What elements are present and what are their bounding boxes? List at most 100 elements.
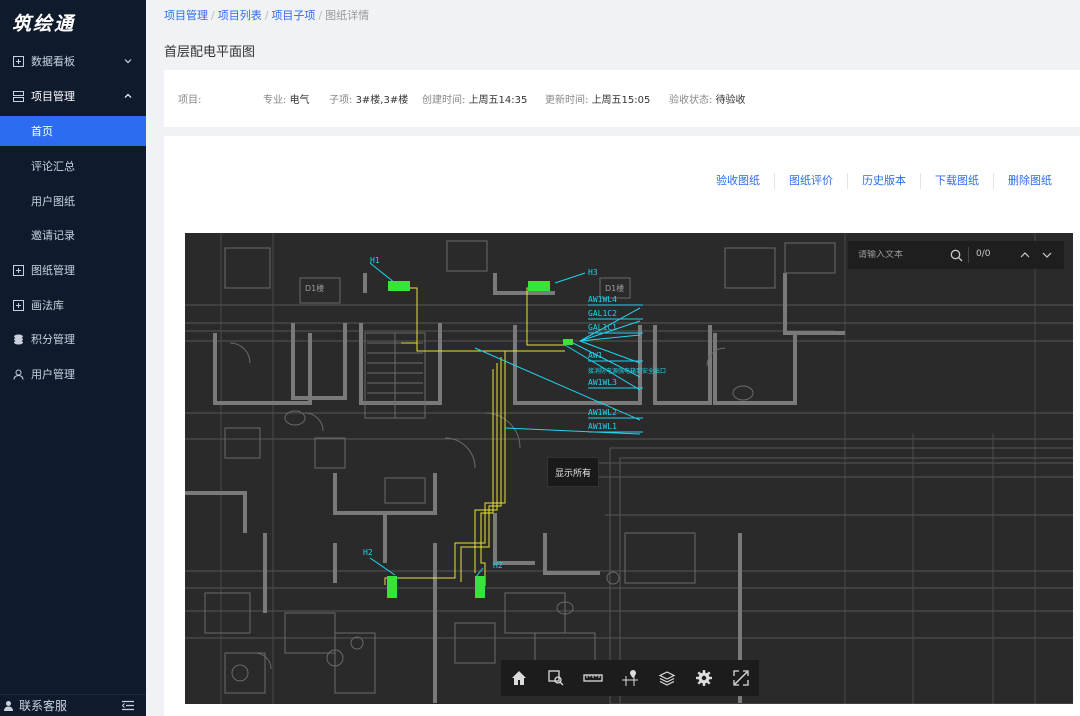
cad-room-label: D1楼 <box>305 283 324 293</box>
created-value: 上周五14:35 <box>468 95 528 106</box>
support-user-icon <box>3 700 14 711</box>
sidebar-item-label: 图纸管理 <box>31 264 75 277</box>
cad-label-h3: H3 <box>588 268 598 277</box>
sidebar-item-label: 数据看板 <box>31 55 75 68</box>
created-label: 创建时间: <box>422 95 466 106</box>
viewer-toolbar <box>501 660 759 696</box>
cad-cable-label: 接消防电源强电箱到安全出口 <box>588 367 666 375</box>
chevron-up-icon[interactable] <box>1019 249 1031 261</box>
status-value: 待验收 <box>715 95 746 106</box>
cad-cable-label: AW1WL1 <box>588 422 617 431</box>
subitem-label: 子项: <box>329 95 353 106</box>
distribution-box[interactable] <box>387 576 397 598</box>
breadcrumb-project-list[interactable]: 项目列表 <box>218 9 262 22</box>
search-divider <box>968 247 969 263</box>
drawing-actions: 验收图纸 图纸评价 历史版本 下载图纸 删除图纸 <box>702 173 1066 189</box>
cad-viewer[interactable]: H1 H3 AW1WL4 GAL1C2 GAL1C1 AW1 接消防电源强电箱到… <box>185 233 1073 704</box>
cad-label-h2: H2 <box>493 561 503 570</box>
sidebar-item-label: 用户图纸 <box>31 195 75 208</box>
sidebar-item-drawings[interactable]: 图纸管理 <box>0 255 146 285</box>
sidebar-item-projects[interactable]: 项目管理 <box>0 81 146 111</box>
discipline-value: 电气 <box>289 95 310 106</box>
cad-label-h1: H1 <box>370 256 380 265</box>
distribution-box[interactable] <box>528 281 550 291</box>
review-drawing-button[interactable]: 图纸评价 <box>774 173 847 189</box>
logo-text: 筑绘通 <box>12 12 76 35</box>
sidebar-item-users[interactable]: 用户管理 <box>0 359 146 389</box>
layers-icon[interactable] <box>648 660 685 696</box>
status-label: 验收状态: <box>669 95 713 106</box>
drawing-icon <box>12 264 24 276</box>
dashboard-icon <box>12 55 24 67</box>
zoom-window-icon[interactable] <box>538 660 575 696</box>
cad-cable-label: AW1 <box>588 351 603 360</box>
cad-room-label: D1楼 <box>605 283 624 293</box>
accept-drawing-button[interactable]: 验收图纸 <box>702 173 774 189</box>
created-field: 创建时间: 上周五14:35 <box>422 91 527 106</box>
breadcrumb-current: 图纸详情 <box>325 9 370 22</box>
sidebar-item-user-drawings[interactable]: 用户图纸 <box>0 186 146 216</box>
sidebar-item-label: 用户管理 <box>31 368 75 381</box>
page-title: 首层配电平面图 <box>164 45 256 60</box>
cad-cable-label: AW1WL2 <box>588 408 617 417</box>
delete-drawing-button[interactable]: 删除图纸 <box>993 173 1066 189</box>
sidebar-item-home[interactable]: 首页 <box>0 116 146 146</box>
cad-cable-label: AW1WL3 <box>588 378 617 387</box>
sidebar-item-label: 项目管理 <box>31 90 75 103</box>
drawing-info-card: 项目: 专业: 电气 子项: 3#楼,3#楼 创建时间: 上周五14:35 更新… <box>164 70 1080 127</box>
settings-icon[interactable] <box>685 660 722 696</box>
home-icon[interactable] <box>501 660 538 696</box>
title-bar: 首层配电平面图 <box>146 32 1080 68</box>
breadcrumb: 项目管理 / 项目列表 / 项目子项 / 图纸详情 <box>164 7 369 23</box>
location-pin-icon[interactable] <box>612 660 649 696</box>
chevron-down-icon[interactable] <box>1041 249 1053 261</box>
cad-cable-label: AW1WL4 <box>588 295 617 304</box>
contact-support-label: 联系客服 <box>19 699 68 713</box>
sidebar-item-label: 首页 <box>31 125 53 138</box>
updated-label: 更新时间: <box>545 95 589 106</box>
contact-support[interactable]: 联系客服 <box>0 694 146 716</box>
sidebar-item-label: 积分管理 <box>31 333 75 346</box>
search-result-count: 0/0 <box>976 249 991 259</box>
breadcrumb-separator: / <box>211 9 215 22</box>
status-field: 验收状态: 待验收 <box>669 91 746 106</box>
app-logo[interactable]: 筑绘通 <box>0 0 146 44</box>
distribution-box[interactable] <box>563 339 573 345</box>
text-search-input[interactable] <box>858 250 948 260</box>
sidebar-item-invites[interactable]: 邀请记录 <box>0 220 146 250</box>
search-icon[interactable] <box>950 249 963 262</box>
cad-label-h2: H2 <box>363 548 373 557</box>
sidebar-item-dashboard[interactable]: 数据看板 <box>0 46 146 76</box>
sidebar-item-label: 邀请记录 <box>31 229 75 242</box>
measure-icon[interactable] <box>575 660 612 696</box>
project-icon <box>12 90 24 102</box>
breadcrumb-projects[interactable]: 项目管理 <box>164 9 208 22</box>
drawing-content-card: 验收图纸 图纸评价 历史版本 下载图纸 删除图纸 H1 H3 AW1WL4 GA… <box>164 136 1080 716</box>
fullscreen-icon[interactable] <box>722 660 759 696</box>
distribution-box[interactable] <box>475 576 485 598</box>
coins-icon <box>12 333 24 345</box>
sidebar-item-comments[interactable]: 评论汇总 <box>0 151 146 181</box>
text-search-box: 0/0 <box>848 241 1064 269</box>
download-drawing-button[interactable]: 下载图纸 <box>920 173 993 189</box>
user-icon <box>12 368 24 380</box>
version-history-button[interactable]: 历史版本 <box>847 173 920 189</box>
distribution-box[interactable] <box>388 281 410 291</box>
cad-cable-label: GAL1C2 <box>588 309 617 318</box>
updated-value: 上周五15:05 <box>591 95 651 106</box>
sidebar-item-points[interactable]: 积分管理 <box>0 324 146 354</box>
project-label: 项目: <box>178 95 202 106</box>
sidebar-item-library[interactable]: 画法库 <box>0 290 146 320</box>
discipline-label: 专业: <box>263 95 287 106</box>
subitem-field: 子项: 3#楼,3#楼 <box>329 91 408 106</box>
breadcrumb-subitem[interactable]: 项目子项 <box>271 9 315 22</box>
chevron-down-icon <box>124 59 132 64</box>
updated-field: 更新时间: 上周五15:05 <box>545 91 650 106</box>
discipline-field: 专业: 电气 <box>263 91 310 106</box>
subitem-value: 3#楼,3#楼 <box>355 95 409 106</box>
sidebar: 筑绘通 数据看板 项目管理 首页 评论汇总 用户图纸 邀请记录 图纸管理 画法库… <box>0 0 146 716</box>
chevron-up-icon <box>124 93 132 98</box>
collapse-menu-icon[interactable] <box>122 700 134 711</box>
cad-drawing[interactable]: H1 H3 AW1WL4 GAL1C2 GAL1C1 AW1 接消防电源强电箱到… <box>185 233 1073 704</box>
sidebar-item-label: 评论汇总 <box>31 160 75 173</box>
